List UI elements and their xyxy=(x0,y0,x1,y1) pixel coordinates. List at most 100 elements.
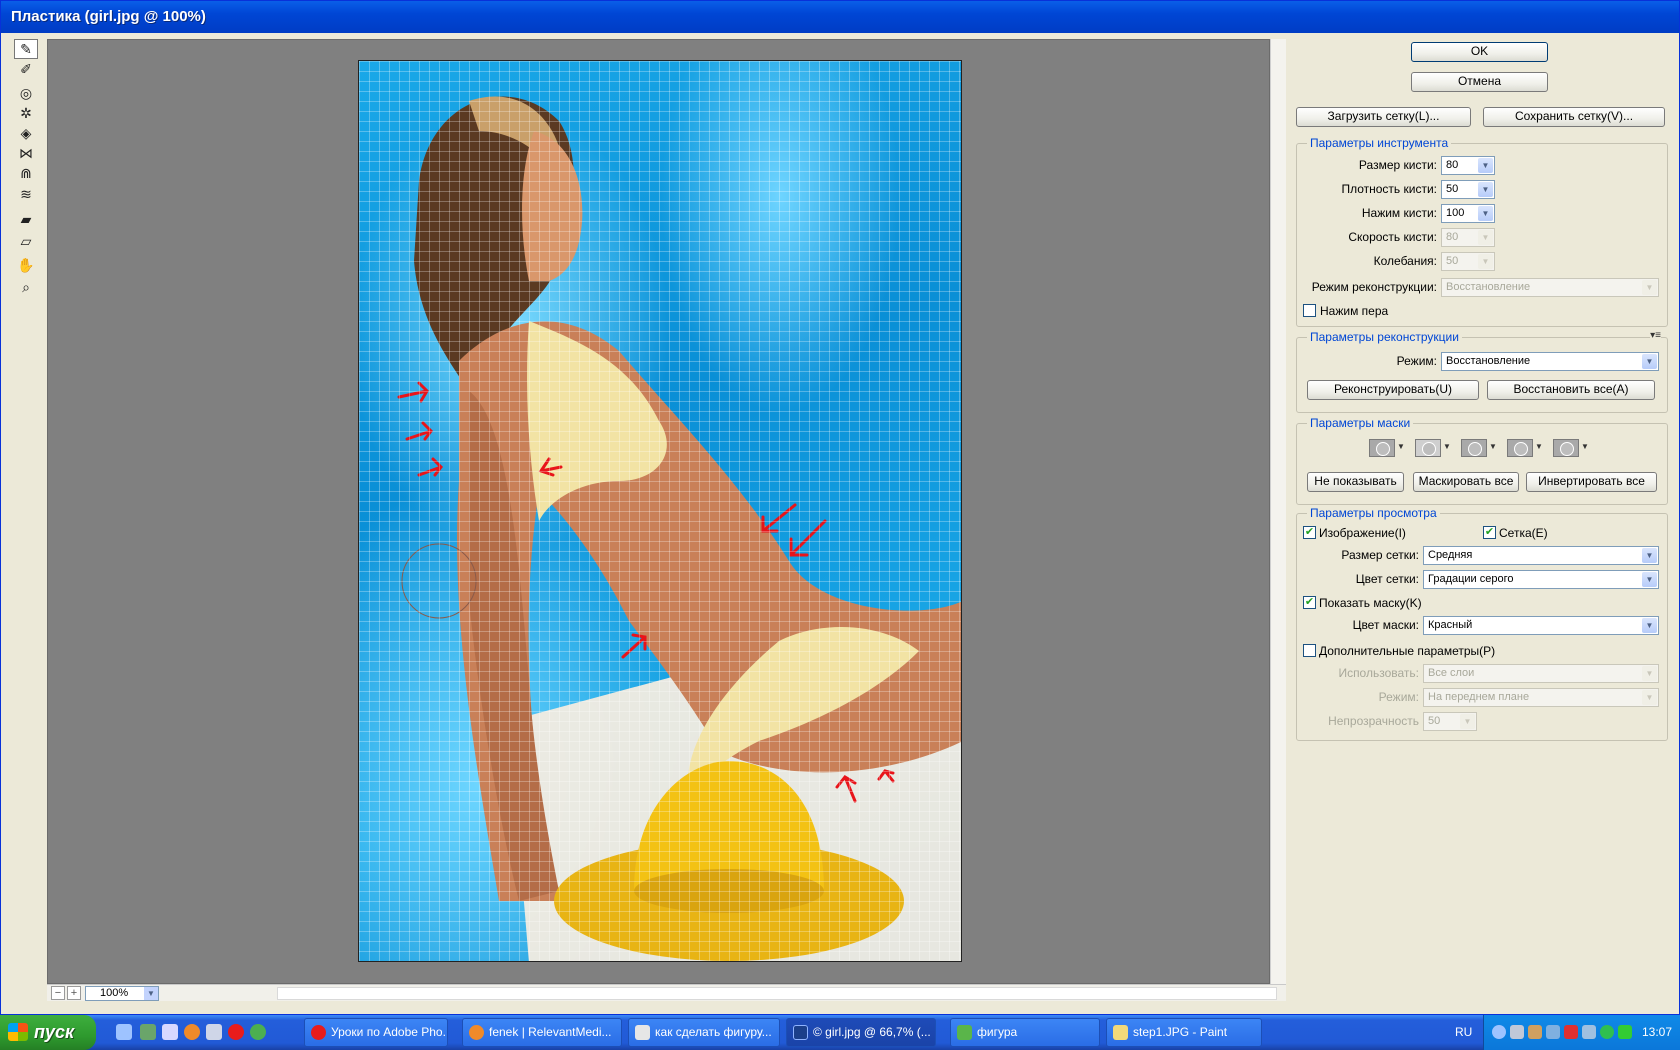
mask-none-button[interactable]: Не показывать xyxy=(1307,472,1404,492)
chevron-down-icon[interactable]: ▼ xyxy=(1642,618,1657,633)
tray-volume-icon[interactable] xyxy=(1582,1025,1596,1039)
view-options-title: Параметры просмотра xyxy=(1307,506,1440,520)
preview-area[interactable] xyxy=(47,39,1270,984)
hand-tool-icon[interactable]: ✋ xyxy=(14,255,38,275)
opera-icon[interactable] xyxy=(228,1024,244,1040)
tray-status-icon[interactable] xyxy=(1600,1025,1614,1039)
zoom-select[interactable]: 100% ▼ xyxy=(85,986,159,1001)
mask-options-title: Параметры маски xyxy=(1307,416,1414,430)
show-mask-label: Показать маску(K) xyxy=(1319,596,1422,610)
mirror-tool-icon[interactable]: ⋒ xyxy=(14,163,38,183)
reconstruct-button[interactable]: Реконструировать(U) xyxy=(1307,380,1479,400)
horizontal-scrollbar[interactable] xyxy=(277,987,1277,1000)
mask-subtract-icon[interactable]: ▼ xyxy=(1461,438,1497,458)
chevron-down-icon[interactable]: ▼ xyxy=(1478,158,1493,173)
stylus-pressure-checkbox[interactable] xyxy=(1303,304,1316,317)
task-document[interactable]: как сделать фигуру... xyxy=(628,1018,780,1047)
freeze-mask-tool-icon[interactable]: ▰ xyxy=(14,209,38,229)
language-indicator[interactable]: RU xyxy=(1455,1025,1472,1039)
paint-icon xyxy=(1113,1025,1128,1040)
show-image-checkbox[interactable]: ✔ xyxy=(1303,526,1316,539)
zoom-out-button[interactable]: − xyxy=(51,986,65,1000)
chevron-down-icon[interactable]: ▼ xyxy=(1478,206,1493,221)
bloat-tool-icon[interactable]: ◈ xyxy=(14,123,38,143)
zoom-bar: − + 100% ▼ xyxy=(47,984,1286,1001)
task-paint[interactable]: step1.JPG - Paint xyxy=(1106,1018,1262,1047)
forward-warp-tool-icon[interactable]: ✎ xyxy=(14,39,38,59)
calculator-icon[interactable] xyxy=(206,1024,222,1040)
tray-arrow-icon[interactable] xyxy=(1492,1025,1506,1039)
chevron-down-icon[interactable]: ▼ xyxy=(1642,548,1657,563)
tray-network-icon[interactable] xyxy=(1510,1025,1524,1039)
tray-security-icon[interactable] xyxy=(1564,1025,1578,1039)
tray-display-icon[interactable] xyxy=(1546,1025,1560,1039)
use-label: Использовать: xyxy=(1338,666,1419,680)
clock[interactable]: 13:07 xyxy=(1642,1025,1672,1039)
cancel-button[interactable]: Отмена xyxy=(1411,72,1548,92)
thaw-mask-tool-icon[interactable]: ▱ xyxy=(14,231,38,251)
invert-all-button[interactable]: Инвертировать все xyxy=(1526,472,1657,492)
quicklaunch-disk-icon[interactable] xyxy=(162,1024,178,1040)
push-left-tool-icon[interactable]: ⋈ xyxy=(14,143,38,163)
use-select: Все слои ▼ xyxy=(1423,664,1659,683)
zoom-in-button[interactable]: + xyxy=(67,986,81,1000)
mask-color-select[interactable]: Красный ▼ xyxy=(1423,616,1659,635)
backdrop-checkbox[interactable] xyxy=(1303,644,1316,657)
chrome-icon[interactable] xyxy=(250,1024,266,1040)
mask-all-button[interactable]: Маскировать все xyxy=(1413,472,1519,492)
taskbar: пуск Уроки по Adobe Pho... fenek | Relev… xyxy=(0,1015,1680,1050)
recon-options-title: Параметры реконструкции xyxy=(1307,330,1462,344)
task-photoshop[interactable]: © girl.jpg @ 66,7% (... xyxy=(786,1018,936,1047)
show-mask-checkbox[interactable]: ✔ xyxy=(1303,596,1316,609)
task-opera[interactable]: Уроки по Adobe Pho... xyxy=(304,1018,448,1047)
zoom-tool-icon[interactable]: ⌕ xyxy=(14,277,38,297)
recon-mode-dropdown-value: Восстановление xyxy=(1446,355,1531,367)
brush-pressure-value: 100 xyxy=(1446,207,1465,219)
task-figura[interactable]: фигура xyxy=(950,1018,1100,1047)
firefox-icon[interactable] xyxy=(184,1024,200,1040)
chevron-down-icon[interactable]: ▼ xyxy=(1478,182,1493,197)
twirl-tool-icon[interactable]: ◎ xyxy=(14,83,38,103)
chevron-down-icon[interactable]: ▼ xyxy=(144,987,158,1000)
chevron-down-icon[interactable]: ▼ xyxy=(1642,572,1657,587)
brush-pressure-field[interactable]: 100 ▼ xyxy=(1441,204,1495,223)
restore-all-button[interactable]: Восстановить все(A) xyxy=(1487,380,1655,400)
chevron-down-icon[interactable]: ▼ xyxy=(1642,354,1657,369)
mask-add-icon[interactable]: ▼ xyxy=(1415,438,1451,458)
turbulence-tool-icon[interactable]: ≋ xyxy=(14,184,38,204)
mask-invert-icon[interactable]: ▼ xyxy=(1553,438,1589,458)
opacity-field: 50 ▼ xyxy=(1423,712,1477,731)
quicklaunch-app-icon[interactable] xyxy=(140,1024,156,1040)
brush-pressure-label: Нажим кисти: xyxy=(1361,206,1437,220)
opera-icon xyxy=(311,1025,326,1040)
reconstruct-tool-icon[interactable]: ✐ xyxy=(14,59,38,79)
mask-replace-icon[interactable]: ▼ xyxy=(1369,438,1405,458)
recon-mode-dropdown[interactable]: Восстановление ▼ xyxy=(1441,352,1659,371)
show-mesh-checkbox[interactable]: ✔ xyxy=(1483,526,1496,539)
start-button[interactable]: пуск xyxy=(0,1015,96,1050)
brush-size-field[interactable]: 80 ▼ xyxy=(1441,156,1495,175)
preview-image[interactable] xyxy=(358,60,962,962)
show-desktop-icon[interactable] xyxy=(116,1024,132,1040)
save-mesh-button[interactable]: Сохранить сетку(V)... xyxy=(1483,107,1665,127)
brush-density-field[interactable]: 50 ▼ xyxy=(1441,180,1495,199)
task-firefox[interactable]: fenek | RelevantMedi... xyxy=(462,1018,622,1047)
mesh-size-select[interactable]: Средняя ▼ xyxy=(1423,546,1659,565)
view-options-group: Параметры просмотра ✔ Изображение(I) ✔ С… xyxy=(1296,506,1668,741)
mesh-color-select[interactable]: Градации серого ▼ xyxy=(1423,570,1659,589)
vertical-scrollbar[interactable] xyxy=(1270,39,1286,984)
mask-intersect-icon[interactable]: ▼ xyxy=(1507,438,1543,458)
chevron-down-icon: ▼ xyxy=(1478,230,1493,245)
backdrop-label: Дополнительные параметры(P) xyxy=(1319,644,1496,658)
pucker-tool-icon[interactable]: ✲ xyxy=(14,103,38,123)
mesh-color-value: Градации серого xyxy=(1428,573,1514,585)
title-bar[interactable]: Пластика (girl.jpg @ 100%) xyxy=(1,1,1679,33)
tool-options-title: Параметры инструмента xyxy=(1307,136,1452,150)
app-icon xyxy=(957,1025,972,1040)
load-mesh-button[interactable]: Загрузить сетку(L)... xyxy=(1296,107,1471,127)
ok-button[interactable]: OK xyxy=(1411,42,1548,62)
panel-menu-icon[interactable]: ▾≡ xyxy=(1650,330,1661,341)
tray-app-icon[interactable] xyxy=(1528,1025,1542,1039)
backdrop-mode-label: Режим: xyxy=(1378,690,1419,704)
tray-green-icon[interactable] xyxy=(1618,1025,1632,1039)
